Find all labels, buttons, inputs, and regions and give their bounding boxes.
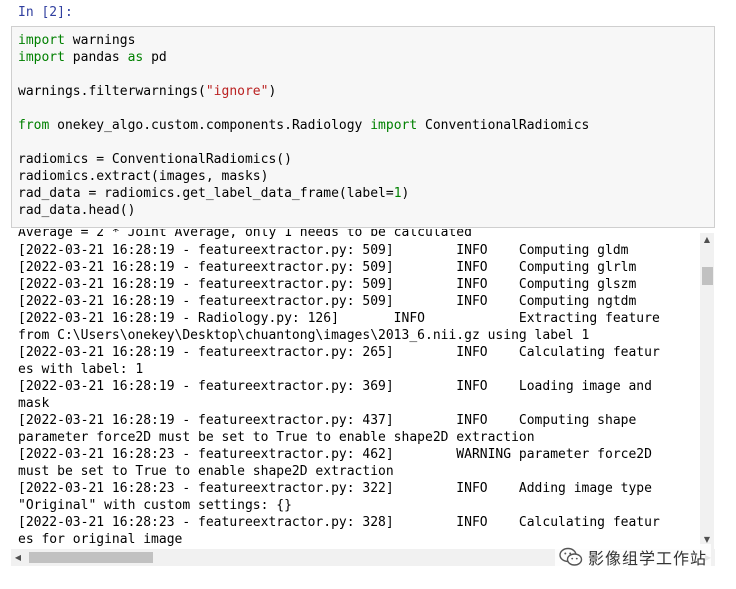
horizontal-scroll-thumb[interactable] [29,552,153,563]
vertical-scroll-thumb[interactable] [702,267,713,285]
watermark-text: 影像组学工作站 [588,549,708,568]
code-line: rad_data.head() [18,203,136,218]
output-line: from C:\Users\onekey\Desktop\chuantong\i… [18,328,590,343]
code-editor[interactable]: import warnings import pandas as pd warn… [11,26,715,228]
code-line: radiomics.extract(images, masks) [18,169,269,184]
code-line: rad_data = radiomics.get_label_data_fram… [18,186,410,201]
output-line: [2022-03-21 16:28:19 - featureextractor.… [18,243,629,258]
output-line: [2022-03-21 16:28:19 - featureextractor.… [18,413,637,428]
output-line: [2022-03-21 16:28:23 - featureextractor.… [18,447,652,462]
output-line: [2022-03-21 16:28:19 - featureextractor.… [18,294,637,309]
output-line: es with label: 1 [18,362,144,377]
output-line: [2022-03-21 16:28:19 - featureextractor.… [18,277,637,292]
code-line: from onekey_algo.custom.components.Radio… [18,118,590,133]
vertical-scrollbar[interactable]: ▲ ▼ [700,233,714,549]
output-line: [2022-03-21 16:28:19 - Radiology.py: 126… [18,311,660,326]
code-line: import warnings [18,33,136,48]
output-line: [2022-03-21 16:28:23 - featureextractor.… [18,515,660,530]
output-line: mask [18,396,50,411]
output-line: must be set to True to enable shape2D ex… [18,464,394,479]
code-line: import pandas as pd [18,50,167,65]
output-line: [2022-03-21 16:28:19 - featureextractor.… [18,345,660,360]
code-line: radiomics = ConventionalRadiomics() [18,152,292,167]
code-line: warnings.filterwarnings("ignore") [18,84,277,99]
output-line: "Original" with custom settings: {} [18,498,292,513]
watermark: 影像组学工作站 [555,544,712,570]
output-line: Average = 2 * Joint Average, only 1 need… [18,229,472,240]
output-line: parameter force2D must be set to True to… [18,430,535,445]
output-line: [2022-03-21 16:28:19 - featureextractor.… [18,379,652,394]
wechat-icon [559,547,583,566]
output-line: es for original image [18,532,183,547]
output-line: [2022-03-21 16:28:19 - featureextractor.… [18,260,637,275]
scroll-left-arrow-icon[interactable]: ◀ [11,549,25,566]
cell-output: Average = 2 * Joint Average, only 1 need… [11,229,717,547]
input-prompt: In [2]: [18,5,73,20]
output-line: [2022-03-21 16:28:23 - featureextractor.… [18,481,652,496]
scroll-up-arrow-icon[interactable]: ▲ [700,233,714,247]
